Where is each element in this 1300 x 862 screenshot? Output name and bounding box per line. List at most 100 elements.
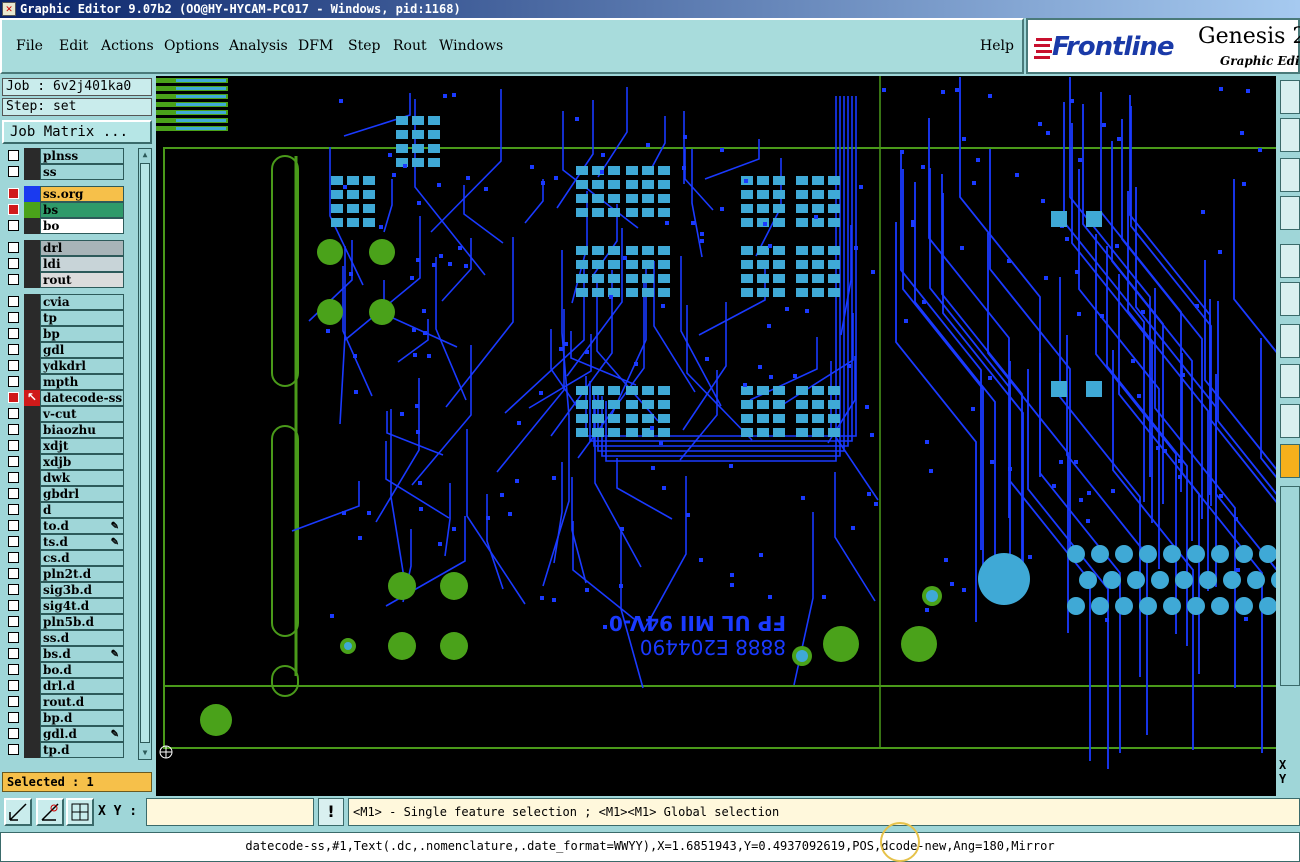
layer-checkbox[interactable]: [8, 680, 19, 691]
display-icon[interactable]: [1280, 244, 1300, 278]
layer-name[interactable]: pln5b.d: [40, 614, 124, 630]
layer-list-scrollbar[interactable]: ▲ ▼: [138, 148, 152, 760]
layer-row-dwk[interactable]: dwk: [4, 470, 126, 486]
layer-name[interactable]: sig4t.d: [40, 598, 124, 614]
layer-row-v-cut[interactable]: v-cut: [4, 406, 126, 422]
ruler-icon[interactable]: [1280, 404, 1300, 438]
layer-checkbox[interactable]: [8, 344, 19, 355]
measure-icon[interactable]: [1280, 118, 1300, 152]
layer-checkbox[interactable]: [8, 242, 19, 253]
layer-color-swatch[interactable]: [24, 598, 40, 614]
layer-name[interactable]: cvia: [40, 294, 124, 310]
layer-name[interactable]: plnss: [40, 148, 124, 164]
layer-checkbox[interactable]: [8, 472, 19, 483]
layer-name[interactable]: ydkdrl: [40, 358, 124, 374]
layer-color-swatch[interactable]: [24, 726, 40, 742]
layer-row-drl.d[interactable]: drl.d: [4, 678, 126, 694]
pcb-drawing[interactable]: FP UL MII 94V-08888 E204490: [156, 76, 1276, 796]
layer-checkbox[interactable]: [8, 408, 19, 419]
layer-name[interactable]: cs.d: [40, 550, 124, 566]
layer-row-d[interactable]: d: [4, 502, 126, 518]
layer-checkbox[interactable]: [8, 328, 19, 339]
layer-row-plnss[interactable]: plnss: [4, 148, 126, 164]
layer-name[interactable]: to.d ✎: [40, 518, 124, 534]
layer-row-bo.d[interactable]: bo.d: [4, 662, 126, 678]
grid-icon[interactable]: [66, 798, 94, 826]
layer-color-swatch[interactable]: [24, 502, 40, 518]
menu-help[interactable]: Help: [980, 38, 1014, 54]
layer-color-swatch[interactable]: [24, 310, 40, 326]
layer-checkbox[interactable]: [8, 504, 19, 515]
layer-name[interactable]: ss: [40, 164, 124, 180]
layer-color-swatch[interactable]: [24, 646, 40, 662]
layer-name[interactable]: tp.d: [40, 742, 124, 758]
layer-color-swatch[interactable]: [24, 630, 40, 646]
layer-color-swatch[interactable]: [24, 566, 40, 582]
menu-file[interactable]: File: [16, 38, 43, 54]
layer-checkbox[interactable]: [8, 616, 19, 627]
layer-row-pln5b.d[interactable]: pln5b.d: [4, 614, 126, 630]
layer-checkbox[interactable]: [8, 220, 19, 231]
layer-color-swatch[interactable]: [24, 470, 40, 486]
layer-checkbox[interactable]: [8, 728, 19, 739]
layer-name[interactable]: bo.d: [40, 662, 124, 678]
layer-color-swatch[interactable]: [24, 518, 40, 534]
layer-checkbox[interactable]: [8, 552, 19, 563]
layer-checkbox[interactable]: [8, 424, 19, 435]
layer-color-swatch[interactable]: [24, 202, 40, 218]
alert-icon[interactable]: !: [318, 798, 344, 826]
layer-checkbox[interactable]: [8, 392, 19, 403]
layer-name[interactable]: mpth: [40, 374, 124, 390]
layer-name[interactable]: drl: [40, 240, 124, 256]
layer-checkbox[interactable]: [8, 664, 19, 675]
layer-color-swatch[interactable]: [24, 186, 40, 202]
layer-checkbox[interactable]: [8, 150, 19, 161]
layer-name[interactable]: v-cut: [40, 406, 124, 422]
layer-checkbox[interactable]: [8, 712, 19, 723]
scroll-up-icon[interactable]: ▲: [140, 150, 150, 160]
layer-color-swatch[interactable]: [24, 272, 40, 288]
layer-color-swatch[interactable]: [24, 486, 40, 502]
layer-name[interactable]: xdjt: [40, 438, 124, 454]
layer-row-rout[interactable]: rout: [4, 272, 126, 288]
layer-color-swatch[interactable]: [24, 294, 40, 310]
layer-color-swatch[interactable]: [24, 326, 40, 342]
layer-name[interactable]: bs: [40, 202, 124, 218]
zoom-box-icon[interactable]: [1280, 158, 1300, 192]
layer-name[interactable]: ss.d: [40, 630, 124, 646]
layer-color-swatch[interactable]: [24, 454, 40, 470]
xy-input[interactable]: [146, 798, 314, 826]
layer-row-xdjt[interactable]: xdjt: [4, 438, 126, 454]
graphic-canvas[interactable]: FP UL MII 94V-0 8888 E204490: [156, 76, 1276, 796]
layer-row-bp[interactable]: bp: [4, 326, 126, 342]
layer-row-tp.d[interactable]: tp.d: [4, 742, 126, 758]
layer-checkbox[interactable]: [8, 520, 19, 531]
layer-color-swatch[interactable]: [24, 358, 40, 374]
menu-windows[interactable]: Windows: [439, 38, 503, 54]
layer-color-swatch[interactable]: [24, 422, 40, 438]
layer-row-ss.org[interactable]: ss.org: [4, 186, 126, 202]
layer-name[interactable]: pln2t.d: [40, 566, 124, 582]
layer-name[interactable]: rout: [40, 272, 124, 288]
layer-name[interactable]: gdl.d ✎: [40, 726, 124, 742]
layer-name[interactable]: drl.d: [40, 678, 124, 694]
layer-name[interactable]: rout.d: [40, 694, 124, 710]
menu-analysis[interactable]: Analysis: [229, 38, 288, 54]
menu-edit[interactable]: Edit: [59, 38, 88, 54]
layer-color-swatch[interactable]: [24, 710, 40, 726]
layer-name[interactable]: sig3b.d: [40, 582, 124, 598]
layer-color-swatch[interactable]: [24, 148, 40, 164]
angle-icon[interactable]: [1280, 324, 1300, 358]
layer-color-swatch[interactable]: [24, 164, 40, 180]
layer-row-cvia[interactable]: cvia: [4, 294, 126, 310]
select-tool-icon[interactable]: [1280, 444, 1300, 478]
layer-row-ydkdrl[interactable]: ydkdrl: [4, 358, 126, 374]
layer-checkbox[interactable]: [8, 568, 19, 579]
layer-checkbox[interactable]: [8, 600, 19, 611]
menu-rout[interactable]: Rout: [393, 38, 427, 54]
layer-row-gdl[interactable]: gdl: [4, 342, 126, 358]
layer-checkbox[interactable]: [8, 204, 19, 215]
layer-color-swatch[interactable]: [24, 694, 40, 710]
layer-checkbox[interactable]: [8, 456, 19, 467]
layer-checkbox[interactable]: [8, 360, 19, 371]
